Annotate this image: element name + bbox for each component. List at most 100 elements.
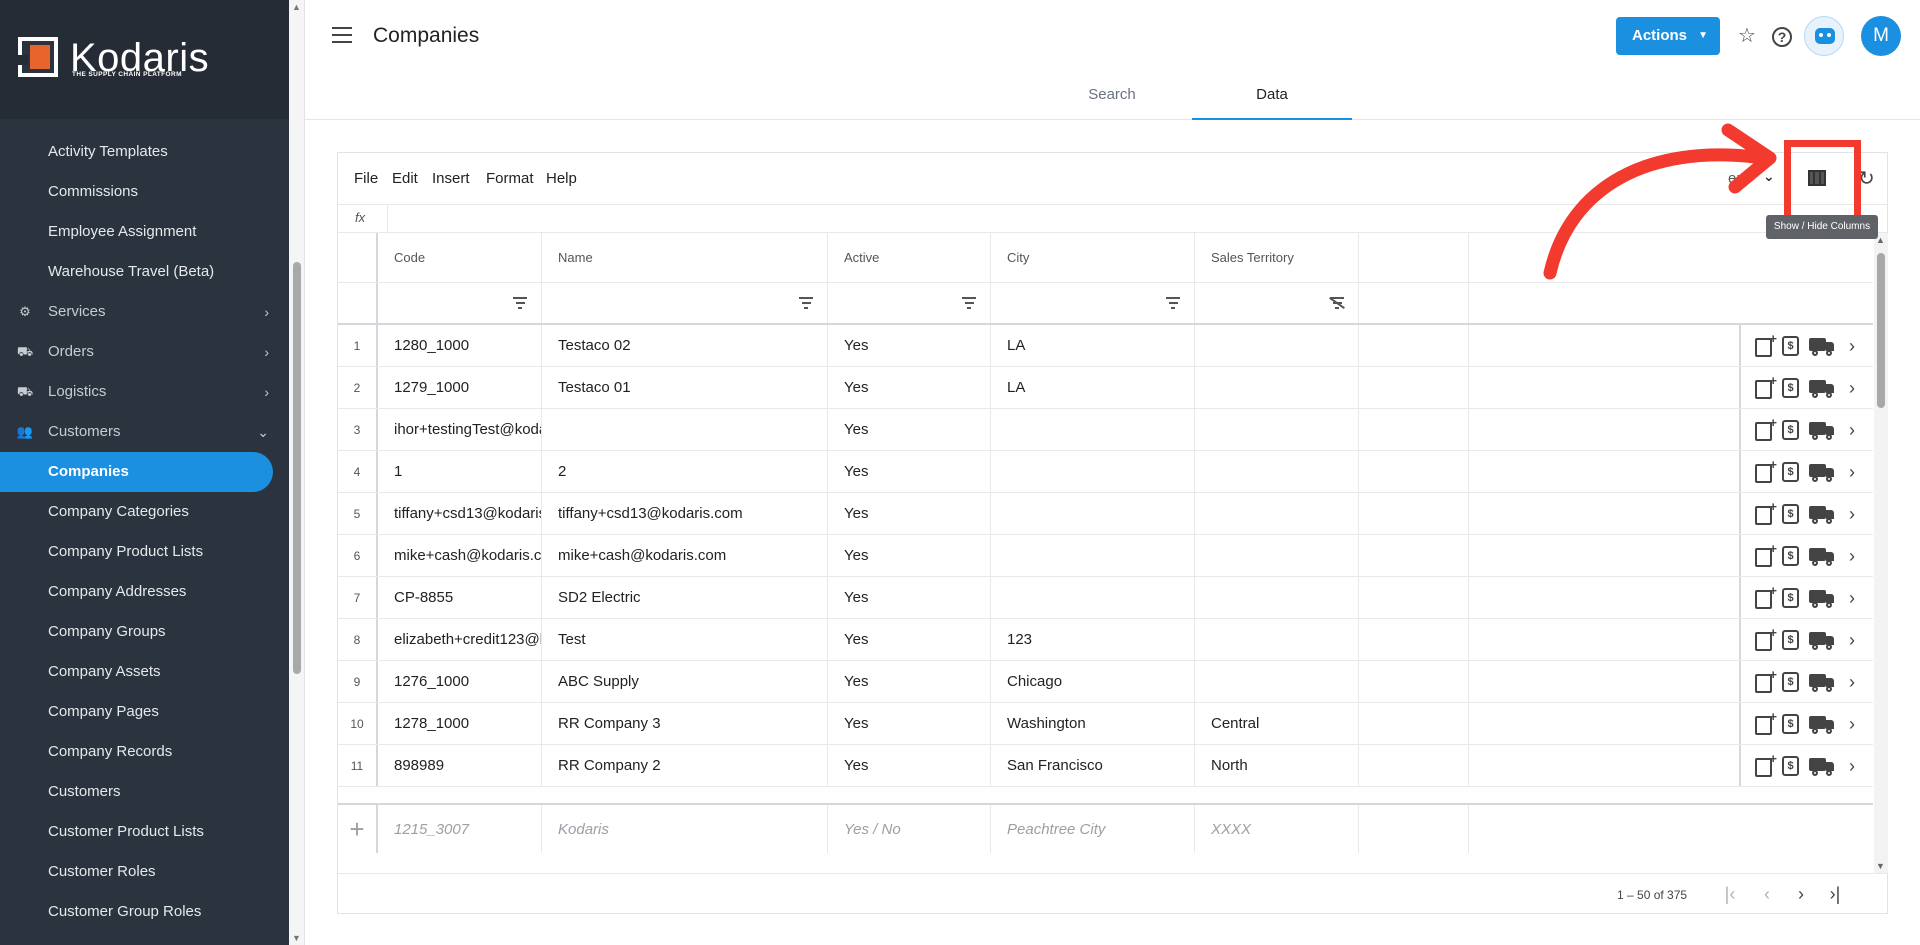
add-shipment-icon[interactable] (1809, 337, 1835, 356)
table-cell-city[interactable] (991, 409, 1195, 450)
actions-button[interactable]: Actions ▼ (1616, 17, 1720, 55)
add-shipment-icon[interactable] (1809, 379, 1835, 398)
filter-icon[interactable] (513, 297, 527, 309)
column-header[interactable]: Sales Territory (1195, 233, 1359, 282)
add-shipment-icon[interactable] (1809, 757, 1835, 776)
chevron-right-icon[interactable]: › (1845, 587, 1859, 609)
chevron-right-icon[interactable]: › (1845, 671, 1859, 693)
table-row[interactable]: 11 898989 RR Company 2 Yes San Francisco Nort… (338, 745, 1873, 787)
chevron-right-icon[interactable]: › (1845, 629, 1859, 651)
column-header[interactable]: Code (378, 233, 542, 282)
table-row[interactable]: 8elizabeth+credit123@ko...TestYes123$› (338, 619, 1873, 661)
add-shipment-icon[interactable] (1809, 421, 1835, 440)
add-note-icon[interactable] (1755, 457, 1777, 483)
table-cell-blank[interactable] (1359, 619, 1469, 660)
chevron-right-icon[interactable]: › (1845, 755, 1859, 777)
table-cell-territory[interactable] (1195, 535, 1359, 576)
table-cell-territory[interactable] (1195, 409, 1359, 450)
table-cell-territory[interactable]: Central (1195, 703, 1359, 744)
table-cell-blank[interactable] (1359, 703, 1469, 744)
table-cell-code[interactable]: 1276_1000 (378, 661, 542, 702)
add-shipment-icon[interactable] (1809, 589, 1835, 608)
table-cell-blank[interactable] (1359, 409, 1469, 450)
column-filter-cell[interactable] (991, 283, 1195, 323)
row-number[interactable]: 7 (338, 577, 378, 618)
table-cell-name[interactable]: RR Company 2 (542, 745, 828, 786)
column-filter-cell[interactable] (828, 283, 991, 323)
table-cell-territory[interactable] (1195, 325, 1359, 366)
column-header[interactable]: Active (828, 233, 991, 282)
table-cell-active[interactable]: Yes (828, 451, 991, 492)
table-cell-active[interactable]: Yes (828, 493, 991, 534)
first-page-icon[interactable]: |‹ (1719, 884, 1741, 905)
table-cell-name[interactable]: RR Company 3 (542, 703, 828, 744)
table-cell-city[interactable] (991, 577, 1195, 618)
sidebar-item-services[interactable]: ⚙ Services › (0, 292, 289, 332)
add-note-icon[interactable] (1755, 709, 1777, 735)
table-cell-blank[interactable] (1359, 367, 1469, 408)
sidebar-item-customer-product-lists[interactable]: Customer Product Lists (0, 812, 289, 852)
corner-cell[interactable] (338, 233, 378, 282)
sidebar-item-company-pages[interactable]: Company Pages (0, 692, 289, 732)
sidebar-scrollbar[interactable]: ▲ ▼ (289, 0, 305, 945)
table-cell-active[interactable]: Yes (828, 703, 991, 744)
scroll-down-icon[interactable]: ▼ (292, 933, 301, 943)
chevron-right-icon[interactable]: › (1845, 419, 1859, 441)
menu-file[interactable]: File (354, 170, 378, 187)
sidebar-item-customer-group-roles[interactable]: Customer Group Roles (0, 892, 289, 932)
row-number[interactable]: 6 (338, 535, 378, 576)
table-cell-name[interactable]: Testaco 02 (542, 325, 828, 366)
scroll-up-icon[interactable]: ▲ (292, 2, 301, 12)
table-cell-code[interactable]: 898989 (378, 745, 542, 786)
table-cell-blank[interactable] (1359, 535, 1469, 576)
column-filter-cell[interactable] (378, 283, 542, 323)
add-note-icon[interactable] (1755, 583, 1777, 609)
add-invoice-icon[interactable]: $ (1782, 377, 1799, 398)
new-row-placeholder-code[interactable]: 1215_3007 (378, 805, 542, 853)
table-cell-territory[interactable] (1195, 577, 1359, 618)
add-shipment-icon[interactable] (1809, 631, 1835, 650)
star-icon[interactable]: ☆ (1733, 22, 1761, 50)
column-header[interactable] (1359, 233, 1469, 282)
table-cell-territory[interactable] (1195, 367, 1359, 408)
row-number[interactable]: 9 (338, 661, 378, 702)
table-cell-name[interactable]: tiffany+csd13@kodaris.com (542, 493, 828, 534)
last-page-icon[interactable]: ›| (1824, 884, 1846, 905)
add-invoice-icon[interactable]: $ (1782, 713, 1799, 734)
table-cell-city[interactable]: San Francisco (991, 745, 1195, 786)
add-shipment-icon[interactable] (1809, 505, 1835, 524)
table-cell-blank[interactable] (1359, 325, 1469, 366)
table-cell-name[interactable]: SD2 Electric (542, 577, 828, 618)
tab-data[interactable]: Data (1192, 70, 1352, 120)
table-cell-city[interactable]: 123 (991, 619, 1195, 660)
menu-help[interactable]: Help (546, 170, 577, 187)
sidebar-item-customers[interactable]: 👥 Customers ⌄ (0, 412, 289, 452)
table-cell-name[interactable]: Testaco 01 (542, 367, 828, 408)
table-cell-city[interactable]: LA (991, 367, 1195, 408)
assistant-bot-button[interactable] (1804, 16, 1844, 56)
table-cell-code[interactable]: elizabeth+credit123@ko... (378, 619, 542, 660)
add-shipment-icon[interactable] (1809, 547, 1835, 566)
row-number[interactable]: 2 (338, 367, 378, 408)
add-invoice-icon[interactable]: $ (1782, 545, 1799, 566)
next-page-icon[interactable]: › (1790, 884, 1812, 905)
table-cell-city[interactable] (991, 493, 1195, 534)
add-invoice-icon[interactable]: $ (1782, 755, 1799, 776)
column-header[interactable]: City (991, 233, 1195, 282)
add-shipment-icon[interactable] (1809, 463, 1835, 482)
column-filter-cell[interactable] (542, 283, 828, 323)
filter-icon[interactable] (962, 297, 976, 309)
help-icon[interactable]: ? (1772, 27, 1792, 47)
row-number[interactable]: 11 (338, 745, 378, 786)
grid-vertical-scrollbar[interactable]: ▲ ▼ (1874, 233, 1888, 873)
table-cell-city[interactable]: Washington (991, 703, 1195, 744)
table-cell-active[interactable]: Yes (828, 535, 991, 576)
table-cell-name[interactable]: ABC Supply (542, 661, 828, 702)
table-cell-code[interactable]: ihor+testingTest@kodari... (378, 409, 542, 450)
filter-corner-cell[interactable] (338, 283, 378, 323)
table-cell-territory[interactable]: North (1195, 745, 1359, 786)
table-cell-city[interactable]: LA (991, 325, 1195, 366)
table-row[interactable]: 7CP-8855SD2 ElectricYes$› (338, 577, 1873, 619)
table-cell-code[interactable]: mike+cash@kodaris.com (378, 535, 542, 576)
add-invoice-icon[interactable]: $ (1782, 419, 1799, 440)
